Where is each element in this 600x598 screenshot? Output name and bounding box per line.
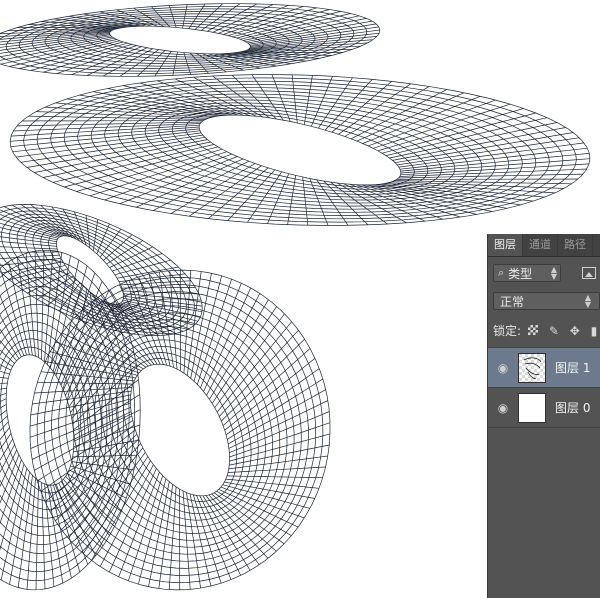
filter-type-dropdown[interactable]: ⌕ 类型 ▲ ▼: [493, 264, 561, 282]
tab-paths[interactable]: 路径: [558, 234, 593, 256]
layer-name[interactable]: 图层 0: [555, 399, 590, 416]
layer-thumbnail-wireframe: [518, 352, 546, 383]
layer-name[interactable]: 图层 1: [555, 359, 590, 376]
layer-row-1[interactable]: ◉ 图层 1: [488, 347, 600, 387]
panel-tabs: 图层 通道 路径: [488, 234, 600, 257]
lock-transparent-icon[interactable]: [528, 324, 539, 335]
filter-type-label: 类型: [508, 266, 533, 281]
updown-arrows-icon: ▲ ▼: [550, 265, 557, 281]
layers-panel: 图层 通道 路径 ⌕ 类型 ▲ ▼ 正常 ▲ ▼ 锁定: ✎ ✥ ▮ ◉ 图层 …: [487, 234, 600, 598]
lock-label: 锁定:: [493, 324, 522, 338]
layer-thumbnail-white: [518, 392, 546, 423]
tab-channels[interactable]: 通道: [523, 234, 558, 256]
search-icon: ⌕: [498, 266, 505, 279]
lock-move-icon[interactable]: ✥: [570, 324, 580, 338]
lock-icons: ✎ ✥ ▮: [521, 324, 597, 338]
layer-row-0[interactable]: ◉ 图层 0: [488, 387, 600, 427]
tab-layers[interactable]: 图层: [488, 234, 523, 256]
lock-brush-icon[interactable]: ✎: [549, 324, 559, 338]
blend-mode-dropdown[interactable]: 正常 ▲ ▼: [493, 292, 600, 310]
thumbnail-wire-icon: [523, 356, 542, 379]
lock-all-icon[interactable]: ▮: [591, 324, 598, 338]
eye-icon[interactable]: ◉: [488, 361, 518, 375]
image-filter-icon[interactable]: [582, 267, 596, 279]
eye-icon[interactable]: ◉: [488, 401, 518, 415]
layers-empty-area: [488, 427, 600, 598]
updown-arrows-icon: ▲ ▼: [584, 293, 591, 309]
blend-mode-value: 正常: [500, 294, 525, 309]
